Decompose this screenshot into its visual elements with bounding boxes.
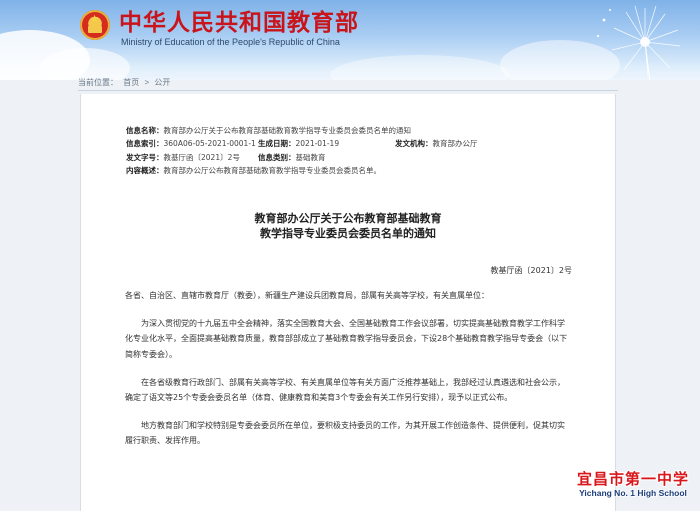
document-paragraph: 地方教育部门和学校特别是专委会委员所在单位，要积极支持委员的工作，为其开展工作创… (125, 421, 565, 446)
info-name-value: 教育部办公厅关于公布教育部基础教育教学指导专业委员会委员名单的通知 (163, 126, 412, 135)
breadcrumb: 当前位置： 首页 > 公开 (78, 78, 173, 88)
document-paragraph: 为深入贯彻党的十九届五中全会精神，落实全国教育大会、全国基础教育工作会议部署，切… (125, 319, 568, 359)
dandelion-icon (596, 5, 681, 80)
cloud-decoration (330, 55, 510, 80)
divider (78, 90, 618, 91)
national-emblem-icon[interactable]: ★ (80, 10, 110, 40)
breadcrumb-separator: > (144, 78, 150, 87)
category-label: 信息类别： (258, 152, 296, 162)
document-title: 教育部办公厅关于公布教育部基础教育 教学指导专业委员会委员名单的通知 (81, 211, 615, 241)
document-paragraph: 在各省级教育行政部门、部属有关高等学校、有关直属单位等有关方面广泛推荐基础上，我… (125, 377, 565, 403)
summary-value: 教育部办公厅公布教育部基础教育教学指导专业委员会委员名单。 (163, 165, 382, 175)
document-number: 教基厅函〔2021〕2号 (490, 266, 572, 275)
index-value: 360A06-05-2021-0001-1 (163, 139, 256, 149)
date-label: 生成日期： (258, 139, 296, 149)
meta-row-name: 信息名称：教育部办公厅关于公布教育部基础教育教学指导专业委员会委员名单的通知 (126, 124, 411, 137)
meta-row-index: 信息索引：360A06-05-2021-0001-1 生成日期：2021-01-… (126, 137, 478, 150)
document-body: 各省、自治区、直辖市教育厅（教委），新疆生产建设兵团教育局，部属有关高等学校，有… (125, 288, 571, 462)
breadcrumb-item-home[interactable]: 首页 (123, 78, 139, 87)
category-value: 基础教育 (295, 152, 326, 162)
watermark-name-en: Yichang No. 1 High School (579, 488, 687, 498)
site-subtitle: Ministry of Education of the People's Re… (121, 37, 340, 47)
issuer-value: 教育部办公厅 (432, 139, 478, 149)
document-metadata: 信息名称：教育部办公厅关于公布教育部基础教育教学指导专业委员会委员名单的通知 信… (126, 124, 478, 177)
document-panel: 信息名称：教育部办公厅关于公布教育部基础教育教学指导专业委员会委员名单的通知 信… (80, 94, 616, 511)
index-label: 信息索引： (126, 139, 164, 149)
school-watermark: 宜昌市第一中学 Yichang No. 1 High School (566, 470, 700, 499)
summary-label: 内容概述： (126, 165, 164, 175)
issuer-label: 发文机构： (395, 139, 433, 149)
site-banner: ★ 中华人民共和国教育部 Ministry of Education of th… (0, 0, 700, 80)
info-name-label: 信息名称： (126, 126, 164, 135)
document-title-line2: 教学指导专业委员会委员名单的通知 (260, 227, 436, 240)
watermark-name-cn: 宜昌市第一中学 (576, 470, 689, 488)
document-title-line1: 教育部办公厅关于公布教育部基础教育 (254, 212, 442, 225)
site-title[interactable]: 中华人民共和国教育部 (119, 10, 359, 36)
document-salutation: 各省、自治区、直辖市教育厅（教委），新疆生产建设兵团教育局，部属有关高等学校，有… (125, 291, 489, 300)
cloud-decoration (40, 48, 130, 80)
meta-row-summary: 内容概述：教育部办公厅公布教育部基础教育教学指导专业委员会委员名单。 (126, 164, 411, 177)
doc-no-value: 教基厅函〔2021〕2号 (163, 152, 240, 162)
breadcrumb-location-label: 当前位置： (78, 78, 118, 87)
date-value: 2021-01-19 (295, 139, 340, 149)
meta-row-docno: 发文字号：教基厅函〔2021〕2号 信息类别：基础教育 (126, 151, 411, 164)
doc-no-label: 发文字号： (126, 152, 164, 162)
breadcrumb-item-public[interactable]: 公开 (154, 78, 170, 87)
